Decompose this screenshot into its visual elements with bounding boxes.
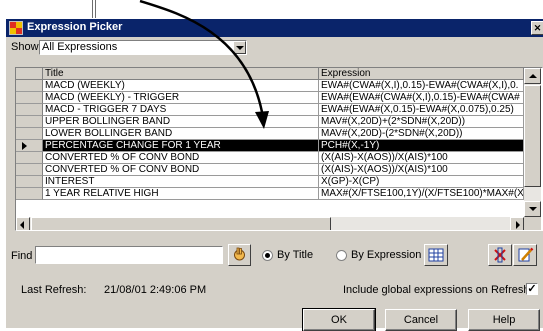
- table-row[interactable]: INTEREST X(GP)-X(CP): [16, 176, 524, 188]
- cell-title: MACD (WEEKLY) - TRIGGER: [43, 92, 319, 104]
- by-expression-radio[interactable]: [336, 250, 347, 261]
- cell-expression: MAV#(X,20D)+(2*SDN#(X,20D)): [319, 116, 524, 128]
- cell-expression: EWA#(EWA#(CWA#(X,I),0.15)-EWA#(CWA#: [319, 92, 524, 104]
- by-expression-label[interactable]: By Expression: [351, 249, 421, 261]
- edit-button[interactable]: [513, 244, 537, 266]
- cell-expression: (X(AIS)-X(AOS))/X(AIS)*100: [319, 152, 524, 164]
- table-row[interactable]: MACD (WEEKLY) EWA#(CWA#(X,I),0.15)-EWA#(C…: [16, 80, 524, 92]
- cell-title: LOWER BOLLINGER BAND: [43, 128, 319, 140]
- chevron-down-icon[interactable]: [233, 41, 246, 54]
- find-label: Find: [11, 250, 33, 262]
- cell-expression: X(GP)-X(CP): [319, 176, 524, 188]
- table-row[interactable]: UPPER BOLLINGER BAND MAV#(X,20D)+(2*SDN#(…: [16, 116, 524, 128]
- scroll-thumb[interactable]: [524, 85, 541, 187]
- scroll-up-icon[interactable]: [524, 68, 541, 84]
- header-indicator: [16, 68, 43, 80]
- cell-expression: MAX#(X/FTSE100,1Y)/(X/FTSE100)*MAX#(X: [319, 188, 524, 200]
- row-indicator: [16, 128, 43, 140]
- expression-picker-icon: [9, 21, 23, 35]
- last-refresh-value: 21/08/01 2:49:06 PM: [104, 284, 207, 296]
- cell-title: MACD (WEEKLY): [43, 80, 319, 92]
- include-global-checkbox[interactable]: ✓: [526, 283, 538, 295]
- cell-title: CONVERTED % OF CONV BOND: [43, 152, 319, 164]
- scroll-left-icon[interactable]: [16, 217, 30, 230]
- cell-expression: EWA#(CWA#(X,I),0.15)-EWA#(CWA#(X,I),0.: [319, 80, 524, 92]
- table-row[interactable]: MACD (WEEKLY) - TRIGGER EWA#(EWA#(CWA#(X,…: [16, 92, 524, 104]
- cell-expression: PCH#(X,-1Y): [319, 140, 524, 152]
- column-header-expression[interactable]: Expression: [319, 68, 524, 80]
- table-row[interactable]: 1 YEAR RELATIVE HIGH MAX#(X/FTSE100,1Y)/(…: [16, 188, 524, 200]
- cell-title: PERCENTAGE CHANGE FOR 1 YEAR: [43, 140, 319, 152]
- row-indicator: [16, 188, 43, 200]
- horizontal-scrollbar[interactable]: [16, 217, 524, 230]
- expression-table: Title Expression MACD (WEEKLY) EWA#(CWA#(…: [15, 67, 543, 231]
- horizontal-scroll-thumb[interactable]: [31, 217, 331, 230]
- by-title-label[interactable]: By Title: [277, 249, 313, 261]
- table-row[interactable]: LOWER BOLLINGER BAND MAV#(X,20D)-(2*SDN#(…: [16, 128, 524, 140]
- column-header-title[interactable]: Title: [43, 68, 319, 80]
- table-row[interactable]: CONVERTED % OF CONV BOND (X(AIS)-X(AOS))/…: [16, 164, 524, 176]
- last-refresh-label: Last Refresh:: [21, 284, 87, 296]
- grid-table-button[interactable]: [424, 244, 448, 266]
- vertical-scrollbar[interactable]: [524, 68, 541, 217]
- cell-title: CONVERTED % OF CONV BOND: [43, 164, 319, 176]
- row-pointer-icon: [16, 140, 43, 152]
- cell-expression: (X(AIS)-X(AOS))/X(AIS)*100: [319, 164, 524, 176]
- row-indicator: [16, 104, 43, 116]
- title-bar[interactable]: Expression Picker ✕: [6, 19, 543, 37]
- table-row[interactable]: PERCENTAGE CHANGE FOR 1 YEAR PCH#(X,-1Y): [16, 140, 524, 152]
- row-indicator: [16, 164, 43, 176]
- table-header: Title Expression: [16, 68, 524, 80]
- include-global-label[interactable]: Include global expressions on Refresh: [343, 284, 530, 296]
- scroll-down-icon[interactable]: [524, 201, 541, 217]
- table-row[interactable]: MACD - TRIGGER 7 DAYS EWA#(EWA#(X,0.15)-E…: [16, 104, 524, 116]
- scrollbar-corner: [524, 217, 541, 230]
- scroll-right-icon[interactable]: [510, 217, 524, 230]
- show-dropdown[interactable]: All Expressions: [39, 40, 247, 55]
- cell-expression: MAV#(X,20D)-(2*SDN#(X,20D)): [319, 128, 524, 140]
- close-icon[interactable]: ✕: [531, 21, 543, 35]
- window-title: Expression Picker: [27, 21, 123, 33]
- row-indicator: [16, 80, 43, 92]
- find-button[interactable]: [228, 244, 251, 266]
- background-divider: [92, 0, 93, 18]
- table-row[interactable]: CONVERTED % OF CONV BOND (X(AIS)-X(AOS))/…: [16, 152, 524, 164]
- cell-title: 1 YEAR RELATIVE HIGH: [43, 188, 319, 200]
- row-indicator: [16, 152, 43, 164]
- background-window-strip: [0, 0, 543, 18]
- red-x-button[interactable]: [488, 244, 512, 266]
- show-dropdown-value: All Expressions: [42, 41, 118, 53]
- cell-title: INTEREST: [43, 176, 319, 188]
- row-indicator: [16, 92, 43, 104]
- by-title-radio[interactable]: [262, 250, 273, 261]
- background-divider: [95, 0, 96, 18]
- row-indicator: [16, 116, 43, 128]
- find-input[interactable]: [35, 246, 223, 264]
- expression-picker-dialog: Expression Picker ✕ Show All Expressions…: [5, 18, 543, 331]
- cell-title: UPPER BOLLINGER BAND: [43, 116, 319, 128]
- show-label: Show: [11, 41, 39, 53]
- row-indicator: [16, 176, 43, 188]
- cell-expression: EWA#(EWA#(X,0.15)-EWA#(X,0.075),0.25): [319, 104, 524, 116]
- cell-title: MACD - TRIGGER 7 DAYS: [43, 104, 319, 116]
